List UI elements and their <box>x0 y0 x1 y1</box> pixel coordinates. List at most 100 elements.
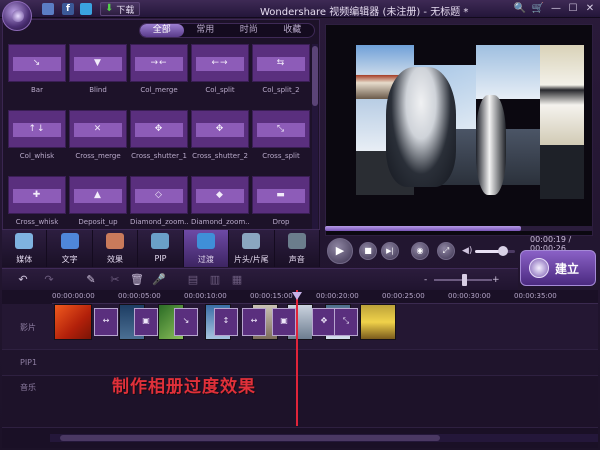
transition-clip[interactable]: ↔ <box>242 308 266 336</box>
split-screen-icon[interactable]: ▤ <box>186 273 200 287</box>
minimize-button[interactable]: — <box>549 2 563 15</box>
transition-marker-icon: ↔ <box>250 316 258 325</box>
next-frame-button[interactable]: ▶| <box>381 242 399 260</box>
pip-track[interactable]: PIP1 <box>2 350 598 376</box>
category-icon <box>106 233 125 249</box>
volume-slider[interactable] <box>475 250 515 253</box>
undo-icon[interactable]: ↶ <box>16 273 30 287</box>
transition-name: Cross_shutter_2 <box>192 152 248 160</box>
transition-clip[interactable]: ▣ <box>272 308 296 336</box>
crop-icon[interactable]: ▦ <box>230 273 244 287</box>
zoom-in-icon[interactable]: + <box>492 274 500 286</box>
ruler-tick-label: 00:00:15:00 <box>250 292 293 300</box>
transition-name: Col_split_2 <box>262 86 300 94</box>
download-button[interactable]: ⬇ 下载 <box>100 2 140 16</box>
category-label: 声音 <box>288 255 305 264</box>
create-button[interactable]: 建立 <box>520 250 596 286</box>
transition-clip[interactable]: ▣ <box>134 308 158 336</box>
transition-thumbnail: ▬ <box>252 176 310 214</box>
transition-name: Col_merge <box>140 86 178 94</box>
transition-item[interactable]: ⤡ Cross_split <box>252 110 312 172</box>
category-tab[interactable]: 声音 <box>275 230 320 267</box>
playhead-line[interactable] <box>296 290 298 426</box>
timeline-scrollbar[interactable] <box>50 434 598 442</box>
save-icon[interactable] <box>42 3 54 15</box>
mosaic-icon[interactable]: ▥ <box>208 273 222 287</box>
play-button[interactable]: ▶ <box>327 238 353 264</box>
transition-name: Cross_shutter_1 <box>131 152 187 160</box>
volume-knob[interactable] <box>498 246 508 256</box>
timeline-scroll-thumb[interactable] <box>60 435 440 441</box>
transition-arrow-icon: ✚ <box>32 190 42 200</box>
transition-thumbnail: ▲ <box>69 176 127 214</box>
volume-icon[interactable]: ◀) <box>462 246 472 256</box>
cut-icon[interactable]: ✂ <box>108 273 122 287</box>
category-tab[interactable]: 片头/片尾 <box>229 230 275 267</box>
cart-icon[interactable]: 🛒 <box>531 2 545 15</box>
filter-tab-favorites[interactable]: 收藏 <box>271 24 315 37</box>
time-ruler[interactable]: 00:00:00:00 00:00:05:00 00:00:10:00 00:00:1… <box>52 290 598 304</box>
filter-tab-all[interactable]: 全部 <box>140 24 184 37</box>
music-track[interactable]: 音乐 <box>2 376 598 428</box>
library-scroll-thumb[interactable] <box>312 46 318 106</box>
category-tab[interactable]: 文字 <box>47 230 93 267</box>
redo-icon[interactable]: ↷ <box>42 273 56 287</box>
category-label: 片头/片尾 <box>233 255 269 264</box>
filter-tab-common[interactable]: 常用 <box>184 24 228 37</box>
transition-name: Blind <box>89 86 107 94</box>
playback-progress[interactable] <box>325 226 593 231</box>
transition-clip[interactable]: ✥ <box>312 308 336 336</box>
transition-arrow-icon: ▼ <box>94 58 102 68</box>
transition-thumbnail: ✥ <box>130 110 188 148</box>
edit-icon[interactable]: ✎ <box>84 273 98 287</box>
video-clip[interactable] <box>360 304 396 340</box>
fullscreen-button[interactable]: ⤢ <box>437 242 455 260</box>
ruler-tick-label: 00:00:20:00 <box>316 292 359 300</box>
facebook-icon[interactable]: f <box>62 3 74 15</box>
overlay-caption: 制作相册过度效果 <box>112 377 256 397</box>
transition-arrow-icon: ⇆ <box>276 58 286 68</box>
video-preview[interactable] <box>325 24 593 236</box>
category-icon <box>242 233 261 249</box>
transition-marker-icon: ↔ <box>102 316 110 325</box>
transition-clip[interactable]: ↔ <box>94 308 118 336</box>
category-tab[interactable]: 媒体 <box>2 230 48 267</box>
library-scrollbar[interactable] <box>312 44 318 244</box>
download-arrow-icon: ⬇ <box>105 3 114 14</box>
app-logo[interactable] <box>2 1 32 31</box>
transition-item[interactable]: ✕ Cross_merge <box>69 110 129 172</box>
category-tab[interactable]: PIP <box>138 230 184 267</box>
transition-item[interactable]: ⇆ Col_split_2 <box>252 44 312 106</box>
twitter-icon[interactable] <box>80 3 92 15</box>
transition-item[interactable]: ▼ Blind <box>69 44 129 106</box>
playback-progress-fill <box>325 226 521 231</box>
transition-item[interactable]: ↘ Bar <box>8 44 68 106</box>
category-tab[interactable]: 过渡 <box>183 230 230 267</box>
transition-item[interactable]: →← Col_merge <box>130 44 190 106</box>
transition-item[interactable]: ✥ Cross_shutter_1 <box>130 110 190 172</box>
snapshot-button[interactable]: ◉ <box>411 242 429 260</box>
maximize-button[interactable]: ☐ <box>566 2 580 15</box>
video-clip[interactable] <box>54 304 92 340</box>
zoom-out-icon[interactable]: - <box>424 274 432 286</box>
search-icon[interactable]: 🔍 <box>513 2 527 15</box>
transition-item[interactable]: ↑↓ Col_whisk <box>8 110 68 172</box>
microphone-icon[interactable]: 🎤 <box>152 273 166 287</box>
zoom-knob[interactable] <box>462 274 467 286</box>
close-button[interactable]: ✕ <box>583 2 597 15</box>
transition-item[interactable]: ←→ Col_split <box>191 44 251 106</box>
transition-clip[interactable]: ↘ <box>174 308 198 336</box>
preview-tile-penguin-side <box>540 45 584 145</box>
transition-arrow-icon: ✥ <box>215 124 225 134</box>
delete-icon[interactable]: 🗑 <box>130 273 144 287</box>
category-tab[interactable]: 效果 <box>93 230 139 267</box>
filter-tab-fashion[interactable]: 时尚 <box>227 24 271 37</box>
video-track-label: 影片 <box>20 323 36 332</box>
transition-clip[interactable]: ↕ <box>214 308 238 336</box>
ruler-tick-label: 00:00:35:00 <box>514 292 557 300</box>
transition-clip[interactable]: ⤡ <box>334 308 358 336</box>
category-tabs: 媒体 文字 效果 PIP 过渡 片头/片尾 声音 <box>2 229 320 267</box>
stop-button[interactable]: ■ <box>359 242 377 260</box>
transition-item[interactable]: ✥ Cross_shutter_2 <box>191 110 251 172</box>
music-track-label: 音乐 <box>20 383 36 392</box>
